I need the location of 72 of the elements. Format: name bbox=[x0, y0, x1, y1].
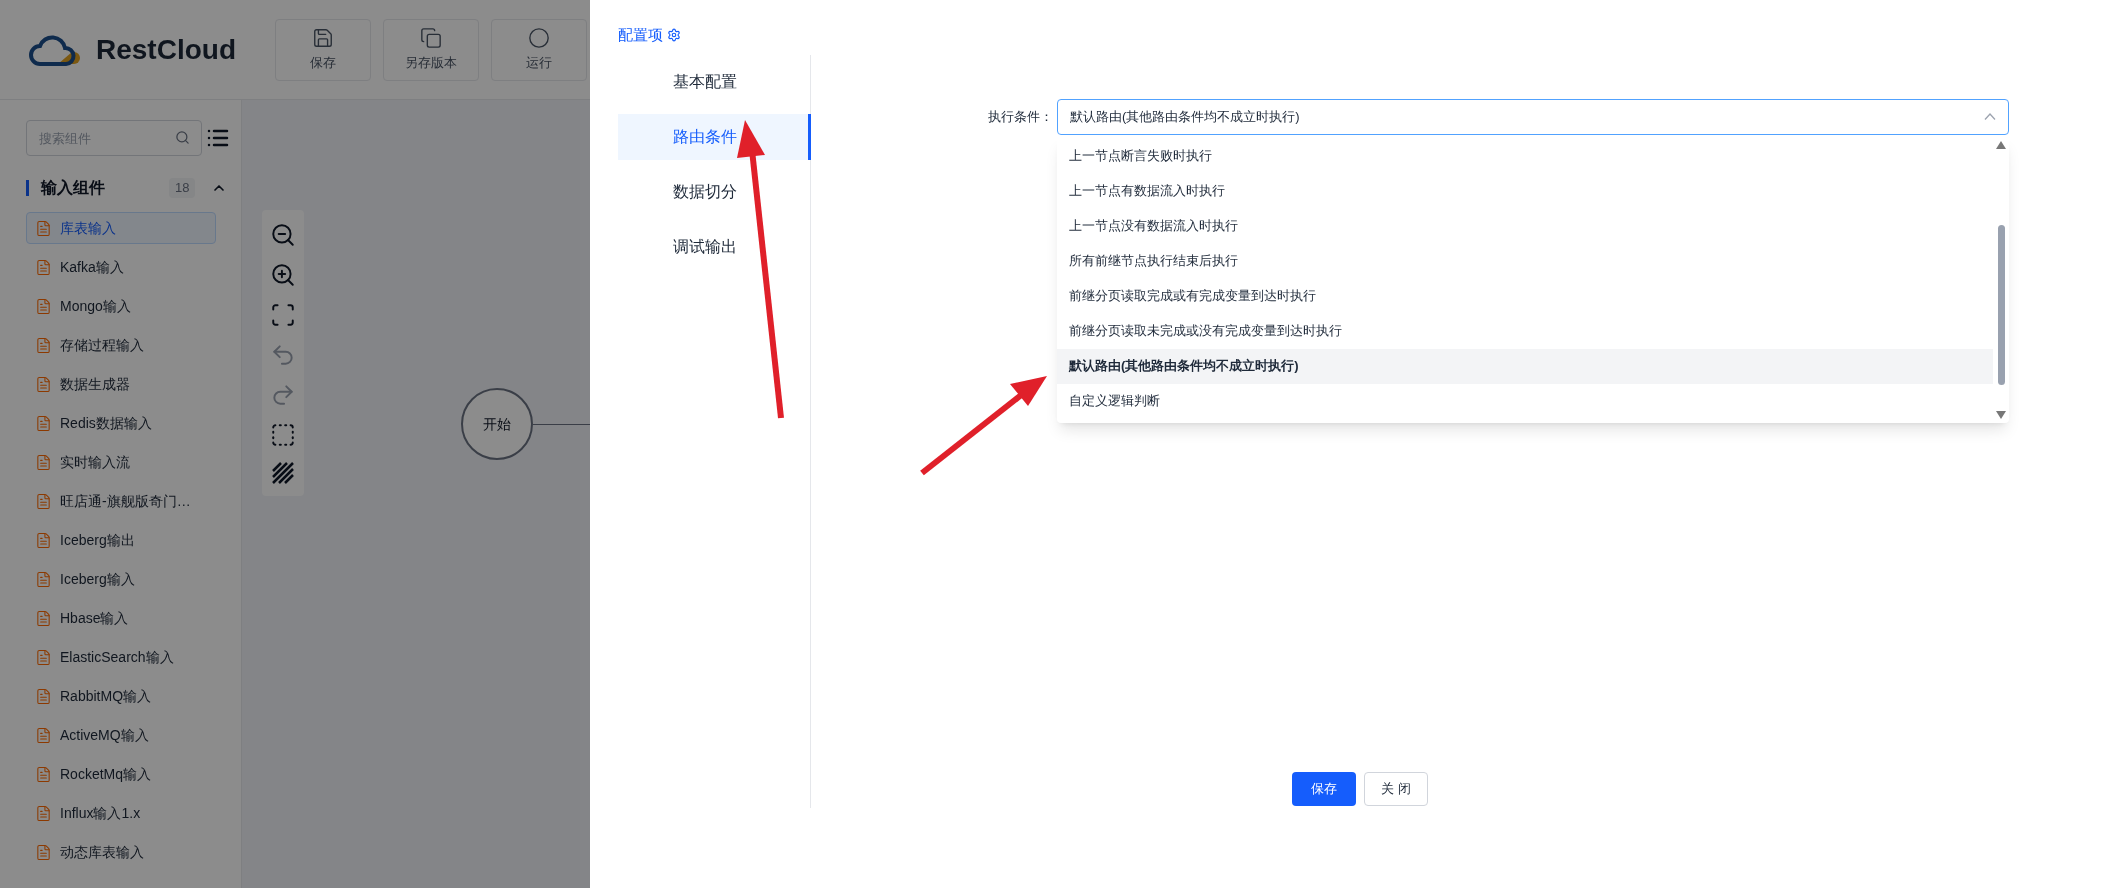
fit-view-icon[interactable] bbox=[270, 302, 296, 328]
hatch-icon[interactable] bbox=[272, 462, 294, 484]
field-label: 执行条件： bbox=[987, 107, 1054, 126]
component-item[interactable]: 存储过程输入 bbox=[26, 329, 216, 361]
component-item[interactable]: Influx输入1.x bbox=[26, 797, 216, 829]
document-icon bbox=[35, 843, 52, 861]
dropdown-option[interactable]: 上一节点断言失败时执行 bbox=[1057, 138, 1993, 174]
component-item[interactable]: 库表输入 bbox=[26, 212, 216, 244]
condition-select[interactable]: 默认路由(其他路由条件均不成立时执行) bbox=[1057, 98, 2009, 135]
component-item[interactable]: 旺店通-旗舰版奇门… bbox=[26, 485, 216, 517]
toolbar-button[interactable]: 保存 bbox=[275, 18, 371, 81]
dropdown-option[interactable]: 前继分页读取完成或有完成变量到达时执行 bbox=[1057, 278, 1993, 314]
component-item[interactable]: Mongo输入 bbox=[26, 290, 216, 322]
scroll-thumb[interactable] bbox=[1997, 224, 2005, 385]
toolbar-button[interactable]: 另存版本 bbox=[383, 18, 479, 81]
menu-tab[interactable]: 路由条件 bbox=[618, 113, 811, 160]
component-item[interactable]: ActiveMQ输入 bbox=[26, 719, 216, 751]
component-item[interactable]: 动态库表输入 bbox=[26, 836, 216, 868]
frame-icon[interactable] bbox=[270, 422, 296, 448]
drawer-title: 配置项 bbox=[618, 25, 663, 45]
component-item[interactable]: Kafka输入 bbox=[26, 251, 216, 283]
document-icon bbox=[35, 414, 52, 432]
component-item[interactable]: 实时输入流 bbox=[26, 446, 216, 478]
document-icon bbox=[35, 453, 52, 471]
zoom-out-icon[interactable] bbox=[270, 222, 296, 248]
document-icon bbox=[35, 531, 52, 549]
toolbar-button[interactable]: 运行 bbox=[491, 18, 587, 81]
dropdown-option[interactable]: 自定义逻辑判断 bbox=[1057, 383, 1993, 419]
save-icon bbox=[312, 26, 334, 49]
menu-tab[interactable]: 数据切分 bbox=[618, 168, 811, 215]
component-item[interactable]: RocketMq输入 bbox=[26, 758, 216, 790]
close-button[interactable]: 关 闭 bbox=[1364, 772, 1428, 806]
menu-tab[interactable]: 基本配置 bbox=[618, 58, 811, 105]
chevron-icon bbox=[1984, 113, 1996, 120]
document-icon bbox=[35, 804, 52, 822]
document-icon bbox=[35, 336, 52, 354]
settings-icon bbox=[667, 28, 681, 43]
document-icon bbox=[35, 375, 52, 393]
dropdown-option[interactable]: 上一节点有数据流入时执行 bbox=[1057, 173, 1993, 209]
document-icon bbox=[35, 258, 52, 276]
document-icon bbox=[35, 297, 52, 315]
component-item[interactable]: Hbase输入 bbox=[26, 602, 216, 634]
scroll-up-icon[interactable] bbox=[1996, 140, 2006, 149]
component-item[interactable]: Redis数据输入 bbox=[26, 407, 216, 439]
count-badge: 18 bbox=[169, 178, 196, 198]
component-item[interactable]: Iceberg输出 bbox=[26, 524, 216, 556]
save-button[interactable]: 保存 bbox=[1292, 772, 1356, 806]
document-icon bbox=[35, 726, 52, 744]
logo-text: RestCloud bbox=[96, 32, 236, 67]
document-icon bbox=[35, 219, 52, 237]
component-item[interactable]: 数据生成器 bbox=[26, 368, 216, 400]
start-node[interactable]: 开始 bbox=[461, 388, 533, 460]
dropdown-option[interactable]: 上一节点没有数据流入时执行 bbox=[1057, 208, 1993, 244]
document-icon bbox=[35, 492, 52, 510]
copy-icon bbox=[420, 26, 442, 49]
section-title: 输入组件 bbox=[41, 178, 106, 198]
document-icon bbox=[35, 570, 52, 588]
zoom-in-icon[interactable] bbox=[270, 262, 296, 288]
document-icon bbox=[35, 648, 52, 666]
document-icon bbox=[35, 765, 52, 783]
dropdown-option[interactable]: 默认路由(其他路由条件均不成立时执行) bbox=[1057, 348, 1993, 384]
document-icon bbox=[35, 687, 52, 705]
menu-tab[interactable]: 调试输出 bbox=[618, 223, 811, 270]
search-icon bbox=[175, 130, 190, 145]
component-item[interactable]: Iceberg输入 bbox=[26, 563, 216, 595]
dropdown-option[interactable]: 前继分页读取未完成或没有完成变量到达时执行 bbox=[1057, 313, 1993, 349]
scroll-down-icon[interactable] bbox=[1996, 410, 2006, 419]
document-icon bbox=[35, 609, 52, 627]
circle-icon bbox=[528, 26, 550, 49]
component-item[interactable]: ElasticSearch输入 bbox=[26, 641, 216, 673]
component-item[interactable]: RabbitMQ输入 bbox=[26, 680, 216, 712]
dropdown-option[interactable]: 所有前继节点执行结束后执行 bbox=[1057, 243, 1993, 279]
